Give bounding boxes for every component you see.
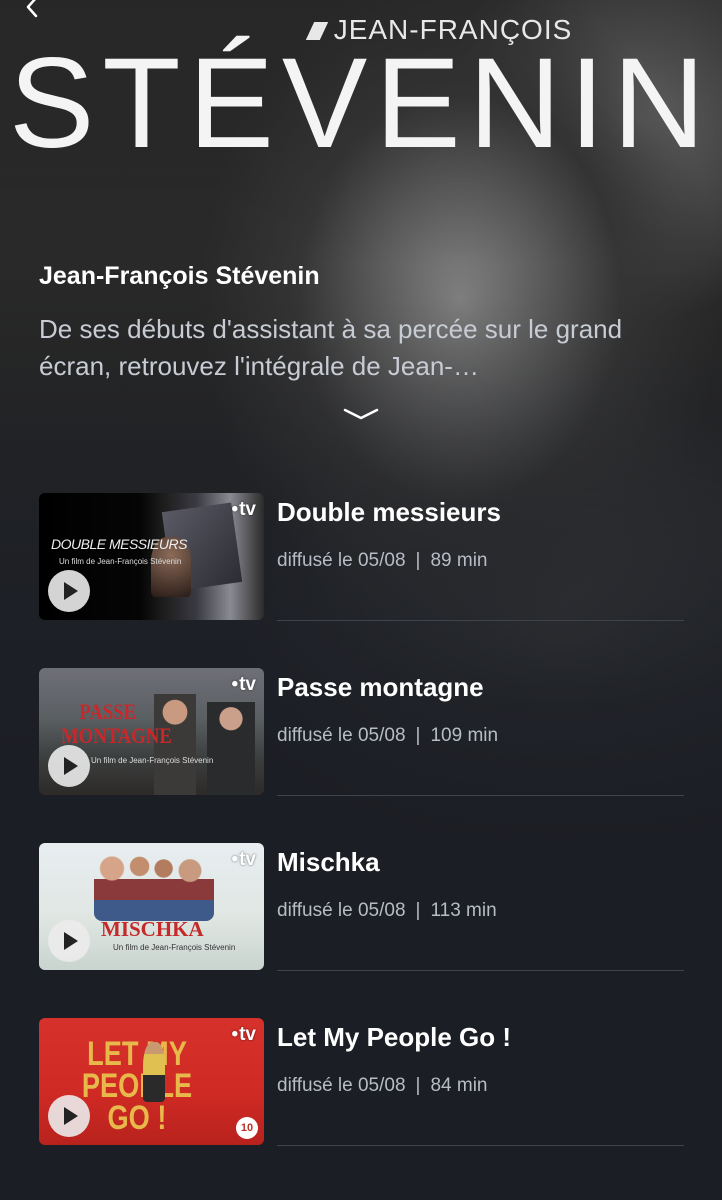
video-thumbnail[interactable]: LET MY PEOPLE GO ! tv 10 [39,1018,264,1145]
thumbnail-title: DOUBLE MESSIEURS [51,536,187,552]
broadcast-date: diffusé le 05/08 [277,900,406,921]
video-meta: diffusé le 05/08 | 84 min [277,1075,684,1097]
collection-description: De ses débuts d'assistant à sa percée su… [39,314,623,381]
thumbnail-subtitle: Un film de Jean-François Stévenin [59,557,182,566]
thumbnail-title: MISCHKA [101,917,204,941]
thumbnail-figure [94,851,214,921]
video-meta: diffusé le 05/08 | 109 min [277,725,684,747]
video-thumbnail[interactable]: MISCHKA Un film de Jean-François Stéveni… [39,843,264,970]
broadcast-date: diffusé le 05/08 [277,725,406,746]
video-info: Passe montagne diffusé le 05/08 | 109 min [277,672,684,747]
video-duration: 113 min [430,900,497,921]
meta-separator: | [415,900,421,921]
divider [277,795,684,796]
play-icon[interactable] [48,745,90,787]
video-duration: 84 min [430,1075,488,1096]
divider [277,970,684,971]
thumbnail-figure [143,1042,165,1102]
video-duration: 89 min [430,550,488,571]
thumbnail-title: PASSE MONTAGNE [61,699,172,748]
video-title[interactable]: Double messieurs [277,497,684,528]
video-info: Let My People Go ! diffusé le 05/08 | 84 m… [277,1022,684,1097]
video-list: DOUBLE MESSIEURS Un film de Jean-Françoi… [39,493,684,1193]
video-thumbnail[interactable]: DOUBLE MESSIEURS Un film de Jean-Françoi… [39,493,264,620]
play-icon[interactable] [48,1095,90,1137]
intro-section: Jean-François Stévenin De ses débuts d'a… [39,262,689,385]
channel-logo: tv [231,849,256,871]
thumbnail-subtitle: Un film de Jean-François Stévenin [91,756,214,765]
video-title[interactable]: Mischka [277,847,684,878]
chevron-down-icon[interactable] [343,404,379,426]
video-title[interactable]: Let My People Go ! [277,1022,684,1053]
meta-separator: | [415,725,421,746]
play-icon[interactable] [48,570,90,612]
divider [277,620,684,621]
meta-separator: | [415,1075,421,1096]
broadcast-date: diffusé le 05/08 [277,1075,406,1096]
age-rating-badge: 10 [236,1117,258,1139]
channel-logo: tv [231,499,256,521]
video-meta: diffusé le 05/08 | 113 min [277,900,684,922]
meta-separator: | [415,550,421,571]
broadcast-date: diffusé le 05/08 [277,550,406,571]
channel-logo: tv [231,1024,256,1046]
video-meta: diffusé le 05/08 | 89 min [277,550,684,572]
list-item[interactable]: DOUBLE MESSIEURS Un film de Jean-Françoi… [39,493,684,668]
video-duration: 109 min [430,725,499,746]
video-title[interactable]: Passe montagne [277,672,684,703]
video-info: Mischka diffusé le 05/08 | 113 min [277,847,684,922]
logo-title: STÉVENIN [8,32,714,175]
thumbnail-subtitle: Un film de Jean-François Stévenin [113,943,236,952]
collection-title: Jean-François Stévenin [39,262,320,290]
play-icon[interactable] [48,920,90,962]
list-item[interactable]: MISCHKA Un film de Jean-François Stéveni… [39,843,684,1018]
video-info: Double messieurs diffusé le 05/08 | 89 min [277,497,684,572]
thumbnail-figure [207,702,255,795]
divider [277,1145,684,1146]
list-item[interactable]: PASSE MONTAGNE Un film de Jean-François … [39,668,684,843]
video-thumbnail[interactable]: PASSE MONTAGNE Un film de Jean-François … [39,668,264,795]
channel-logo: tv [231,674,256,696]
list-item[interactable]: LET MY PEOPLE GO ! tv 10 Let My People G… [39,1018,684,1193]
